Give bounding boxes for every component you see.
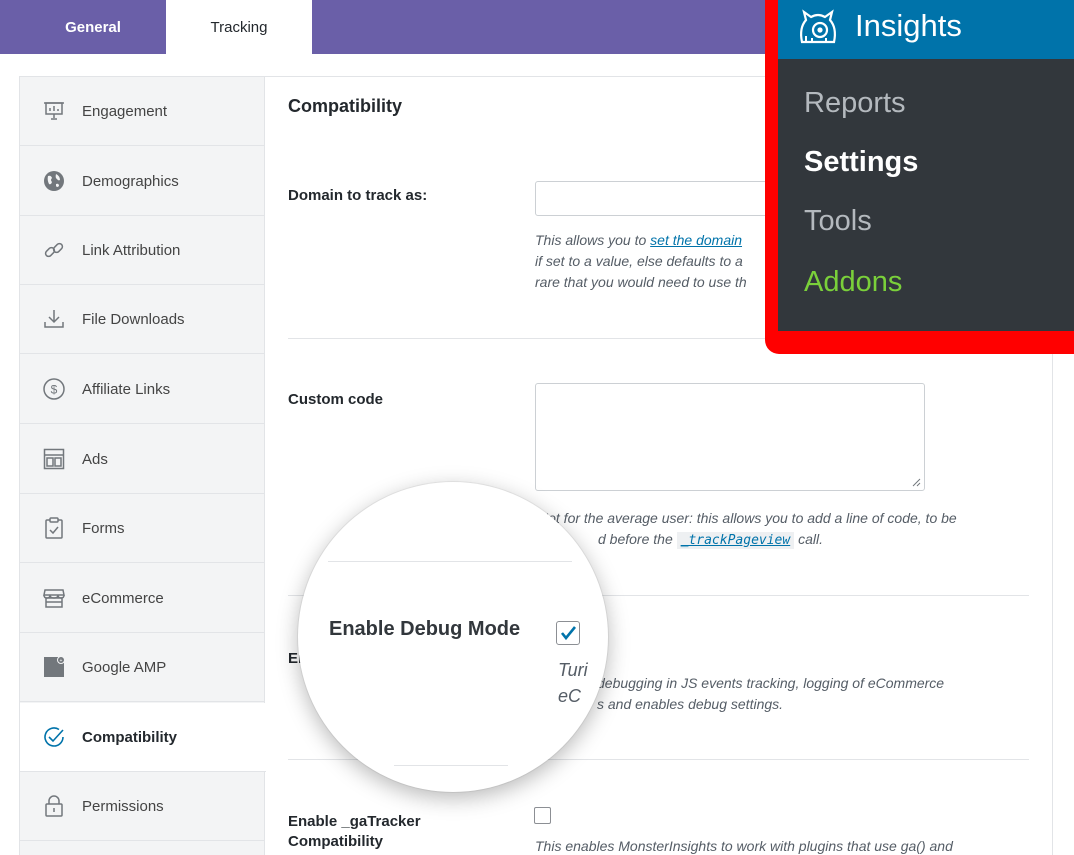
settings-sidebar: Engagement Demographics Link Attribution… [20, 77, 266, 855]
dollar-icon: $ [42, 377, 66, 401]
clipboard-icon [42, 516, 66, 540]
insights-menu: Insights Reports Settings Tools Addons [778, 0, 1074, 331]
menu-item-tools[interactable]: Tools [804, 205, 872, 238]
page-title: Compatibility [288, 96, 403, 116]
sidebar-item-label: Permissions [82, 797, 164, 815]
svg-text:+: + [60, 658, 63, 664]
insights-title: Insights [855, 8, 962, 43]
store-icon [42, 586, 66, 610]
divider [394, 765, 508, 766]
gatracker-label: Enable _gaTracker Compatibility [288, 813, 421, 850]
lock-icon [42, 794, 66, 818]
sidebar-item-label: Link Attribution [82, 241, 181, 259]
debug-help-zoomed: Turi [558, 660, 588, 680]
menu-item-settings[interactable]: Settings [804, 146, 918, 179]
presentation-icon [42, 99, 66, 123]
menu-item-reports[interactable]: Reports [804, 87, 906, 120]
sidebar-item-forms[interactable]: Forms [20, 494, 265, 563]
download-icon [42, 307, 66, 331]
sidebar-item-label: Ads [82, 450, 108, 468]
ads-layout-icon [42, 447, 66, 471]
tab-general[interactable]: General [20, 0, 166, 54]
custom-code-help: Not for the average user: this allows yo… [538, 510, 957, 549]
menu-item-addons[interactable]: Addons [804, 266, 902, 299]
domain-help: This allows you to set the domain if set… [535, 232, 747, 290]
amp-icon: + [42, 655, 66, 679]
sidebar-item-permissions[interactable]: Permissions [20, 772, 265, 841]
debug-mode-checkbox[interactable] [556, 621, 580, 645]
sidebar-item-engagement[interactable]: Engagement [20, 77, 265, 146]
gatracker-checkbox[interactable] [534, 807, 551, 824]
trackpageview-code[interactable]: _trackPageview [676, 532, 795, 549]
sidebar-item-affiliate-links[interactable]: $ Affiliate Links [20, 355, 265, 424]
svg-text:$: $ [51, 383, 58, 397]
debug-mode-label: Enable Debug Mode [329, 618, 521, 640]
globe-icon [42, 169, 66, 193]
domain-label: Domain to track as: [288, 187, 428, 204]
insights-menu-highlight: Insights Reports Settings Tools Addons [765, 0, 1074, 354]
sidebar-item-ecommerce[interactable]: eCommerce [20, 564, 265, 633]
sidebar-item-ads[interactable]: Ads [20, 425, 265, 494]
sidebar-item-link-attribution[interactable]: Link Attribution [20, 216, 265, 285]
sidebar-item-file-downloads[interactable]: File Downloads [20, 285, 265, 354]
set-domain-link[interactable]: set the domain [650, 232, 742, 248]
debug-help-zoomed: eC [558, 686, 582, 706]
sidebar-item-label: Google AMP [82, 658, 167, 676]
domain-input[interactable] [535, 181, 795, 216]
monsterinsights-logo-icon [800, 9, 836, 44]
divider [328, 561, 572, 562]
sidebar-item-label: eCommerce [82, 589, 164, 607]
sidebar-item-label: Demographics [82, 172, 179, 190]
gatracker-help: This enables MonsterInsights to work wit… [535, 838, 953, 854]
sidebar-item-compatibility[interactable]: Compatibility [20, 703, 266, 772]
checkmark-icon [560, 626, 577, 641]
debug-help: debugging in JS events tracking, logging… [597, 675, 945, 712]
sidebar-item-google-amp[interactable]: + Google AMP [20, 633, 265, 702]
sidebar-item-label: File Downloads [82, 310, 185, 328]
sidebar-item-label: Engagement [82, 102, 168, 120]
magnifier-callout: Enable Debug Mode Turi eC [298, 482, 608, 792]
resize-handle-icon[interactable] [912, 478, 921, 487]
sidebar-item-label: Forms [82, 519, 125, 537]
custom-code-label: Custom code [288, 391, 384, 408]
tab-tracking[interactable]: Tracking [166, 0, 312, 54]
sidebar-item-demographics[interactable]: Demographics [20, 147, 265, 216]
custom-code-textarea[interactable] [535, 383, 925, 491]
sidebar-item-label: Compatibility [82, 728, 178, 746]
link-icon [42, 238, 66, 262]
sidebar-item-label: Affiliate Links [82, 380, 171, 398]
insights-menu-header[interactable]: Insights [778, 0, 1074, 59]
check-circle-icon [42, 725, 66, 749]
